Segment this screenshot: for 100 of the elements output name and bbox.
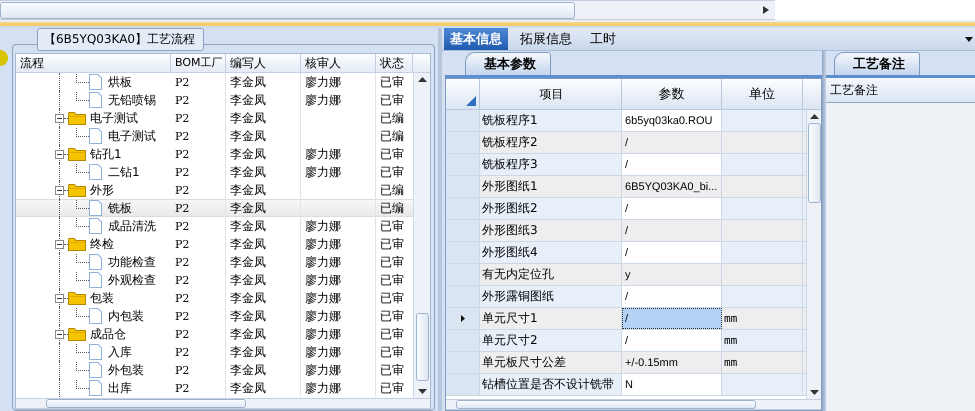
table-cell: 有无内定位孔 — [482, 266, 554, 283]
table-cell: 外形图纸4 — [482, 244, 538, 261]
tree-item[interactable]: 出库 — [108, 380, 132, 396]
value-field[interactable]: N — [622, 374, 722, 395]
table-cell: 外形图纸3 — [482, 222, 538, 239]
table-row[interactable]: 单元尺寸1 / mm — [446, 308, 806, 330]
value-field[interactable]: y — [622, 264, 722, 285]
value-field[interactable]: 6B5YQ03KA0_bi... — [622, 176, 722, 197]
tree-item[interactable]: 入库 — [108, 344, 132, 360]
table-cell-text: mm — [723, 312, 738, 325]
table-row[interactable]: 铣板程序2 / — [446, 132, 806, 154]
tree-item[interactable]: 外形 — [90, 182, 114, 198]
tab[interactable]: 工时 — [584, 28, 622, 50]
table-cell: 李金凤 — [230, 308, 266, 324]
value-field[interactable]: / — [622, 154, 722, 175]
table-cell: 李金凤 — [230, 254, 266, 270]
tree-item[interactable]: 成品仓 — [90, 326, 126, 342]
table-cell: P2 — [175, 364, 190, 376]
table-cell: 廖力娜 — [305, 254, 341, 270]
table-cell: 李金凤 — [230, 200, 266, 216]
tree-item[interactable]: 电子测试 — [90, 110, 138, 126]
value-field[interactable]: 6b5yq03ka0.ROU — [622, 110, 722, 131]
table-cell: 铣板程序1 — [482, 112, 538, 129]
table-cell: 已审 — [380, 146, 404, 162]
value-field[interactable]: / — [622, 308, 722, 329]
table-cell: 已审 — [380, 380, 404, 396]
tree-item[interactable]: 二钻1 — [108, 164, 140, 180]
table-cell: P2 — [175, 220, 190, 232]
group-title: 【6B5YQ03KA0】工艺流程 — [37, 28, 204, 51]
table-cell-text: mm — [723, 334, 738, 347]
tree-item[interactable]: 成品清洗 — [108, 218, 156, 234]
value-field[interactable]: / — [622, 286, 722, 307]
table-cell: 已审 — [380, 164, 404, 180]
tab[interactable]: 拓展信息 — [514, 28, 578, 50]
tree-item[interactable]: 铣板 — [108, 200, 132, 216]
table-cell: 廖力娜 — [305, 290, 341, 306]
table-cell: P2 — [175, 310, 190, 322]
tree-item[interactable]: 烘板 — [108, 74, 132, 90]
value-field[interactable]: / — [622, 220, 722, 241]
table-cell: 廖力娜 — [305, 272, 341, 288]
table-cell: 李金凤 — [230, 326, 266, 342]
table-row[interactable]: 外形图纸2 / — [446, 198, 806, 220]
tree-item[interactable]: 终检 — [90, 236, 114, 252]
column-header: 核审人 — [301, 54, 376, 72]
table-cell: P2 — [175, 346, 190, 358]
table-row[interactable]: 钻槽位置是否不设计铣带 N — [446, 374, 806, 396]
table-cell: 廖力娜 — [305, 344, 341, 360]
value-field[interactable]: / — [622, 242, 722, 263]
table-cell: 李金凤 — [230, 74, 266, 90]
tree-item[interactable]: 包装 — [90, 290, 114, 306]
column-header: 单位 — [722, 79, 803, 109]
table-row[interactable]: 铣板程序1 6b5yq03ka0.ROU — [446, 110, 806, 132]
value-field[interactable]: / — [622, 198, 722, 219]
table-row[interactable]: 单元板尺寸公差 +/-0.15mm mm — [446, 352, 806, 374]
tree-item[interactable]: 无铅喷锡 — [108, 92, 156, 108]
value-field[interactable]: / — [622, 330, 722, 351]
table-cell: 李金凤 — [230, 362, 266, 378]
table-cell-text: mm — [723, 356, 738, 369]
notes-header: 工艺备注 — [826, 78, 975, 103]
tree-item[interactable]: 内包装 — [108, 308, 144, 324]
table-row[interactable]: 单元尺寸2 / mm — [446, 330, 806, 352]
table-cell: 廖力娜 — [305, 308, 341, 324]
table-cell: 李金凤 — [230, 128, 266, 144]
table-cell: 已审 — [380, 272, 404, 288]
table-cell: 铣板程序2 — [482, 134, 538, 151]
table-cell: 廖力娜 — [305, 146, 341, 162]
selected-row-highlight[interactable]: 铣板 P2 李金凤 已编 — [16, 199, 413, 217]
table-cell: 廖力娜 — [305, 218, 341, 234]
table-row[interactable]: 铣板程序3 / — [446, 154, 806, 176]
tree-item[interactable]: 功能检查 — [108, 254, 156, 270]
table-row[interactable]: 有无内定位孔 y — [446, 264, 806, 286]
table-cell: 钻槽位置是否不设计铣带 — [482, 376, 614, 393]
tree-item[interactable]: 外观检查 — [108, 272, 156, 288]
table-row[interactable]: 外形图纸4 / — [446, 242, 806, 264]
table-cell: 廖力娜 — [305, 362, 341, 378]
column-header: 状态 — [376, 54, 413, 72]
table-cell: 单元板尺寸公差 — [482, 354, 566, 371]
column-header: 编写人 — [226, 54, 301, 72]
table-cell: 李金凤 — [230, 218, 266, 234]
column-header: BOM工厂 — [171, 54, 226, 72]
value-field[interactable]: +/-0.15mm — [622, 352, 722, 373]
table-cell: 廖力娜 — [305, 74, 341, 90]
table-row[interactable]: 外形图纸1 6B5YQ03KA0_bi... — [446, 176, 806, 198]
table-row[interactable]: 外形图纸3 / — [446, 220, 806, 242]
table-cell: 已审 — [380, 236, 404, 252]
table-cell: 已编 — [380, 200, 404, 216]
subtab[interactable]: 基本参数 — [465, 52, 551, 75]
table-cell: 李金凤 — [230, 236, 266, 252]
table-cell: 廖力娜 — [305, 236, 341, 252]
tab[interactable]: 基本信息 — [444, 28, 508, 50]
tree-item[interactable]: 电子测试 — [108, 128, 156, 144]
table-cell: 廖力娜 — [305, 164, 341, 180]
table-cell: 已编 — [380, 182, 404, 198]
table-row[interactable]: 外形露铜图纸 / — [446, 286, 806, 308]
tree-item[interactable]: 外包装 — [108, 362, 144, 378]
value-field[interactable]: / — [622, 132, 722, 153]
tree-item[interactable]: 钻孔1 — [90, 146, 122, 162]
table-cell: 铣板程序3 — [482, 156, 538, 173]
notes-tab[interactable]: 工艺备注 — [834, 52, 920, 75]
table-cell: P2 — [175, 256, 190, 268]
